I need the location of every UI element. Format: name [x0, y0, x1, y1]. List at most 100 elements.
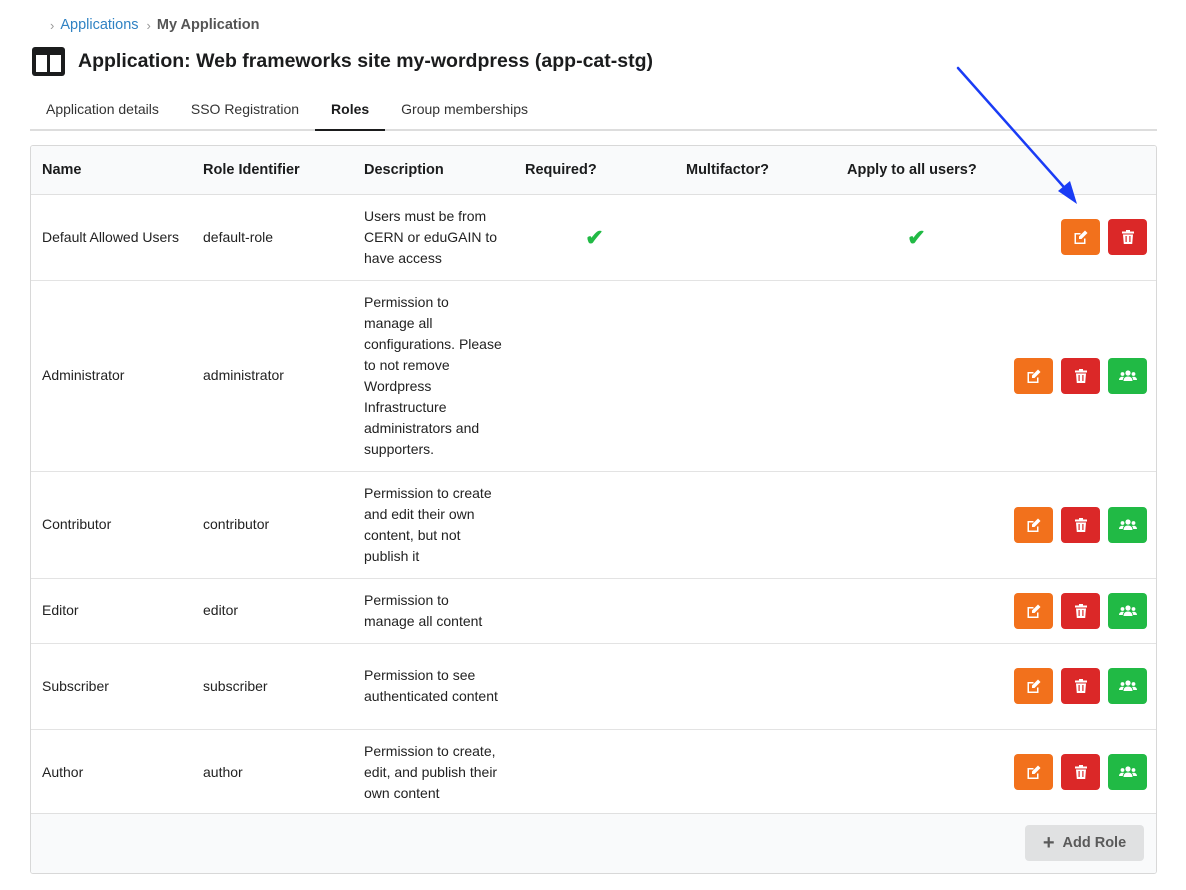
role-identifier: administrator — [192, 280, 353, 472]
users-icon — [1118, 369, 1137, 381]
table-row: Editor editor Permission to manage all c… — [31, 578, 1156, 644]
role-identifier: default-role — [192, 194, 353, 281]
role-name: Subscriber — [31, 643, 192, 730]
members-button[interactable] — [1108, 668, 1147, 704]
edit-button[interactable] — [1014, 668, 1054, 704]
edit-icon — [1027, 604, 1041, 618]
delete-button[interactable] — [1061, 357, 1101, 394]
role-name: Contributor — [31, 471, 192, 579]
role-description: Permission to create and edit their own … — [353, 471, 514, 579]
role-description: Users must be from CERN or eduGAIN to ha… — [353, 194, 514, 281]
apply-all-cell — [836, 280, 997, 472]
trash-icon — [1074, 679, 1087, 693]
role-identifier: editor — [192, 578, 353, 644]
role-identifier: author — [192, 729, 353, 816]
breadcrumb: › Applications › My Application — [50, 16, 259, 34]
annotation-arrow-icon — [956, 66, 1077, 204]
columns-icon — [32, 46, 65, 76]
users-icon — [1118, 680, 1137, 691]
edit-icon — [1027, 765, 1041, 779]
table-row: Subscriber subscriber Permission to see … — [31, 643, 1156, 730]
header-role-identifier: Role Identifier — [192, 146, 353, 195]
table-row: Administrator administrator Permission t… — [31, 280, 1156, 472]
delete-button[interactable] — [1061, 592, 1101, 629]
header-name: Name — [31, 146, 192, 195]
users-icon — [1118, 518, 1137, 530]
role-name: Administrator — [31, 280, 192, 472]
edit-button[interactable] — [1014, 754, 1054, 790]
breadcrumb-current: My Application — [156, 17, 260, 33]
apply-all-cell — [836, 471, 997, 579]
chevron-right-icon: › — [50, 17, 55, 33]
users-icon — [1118, 604, 1137, 616]
edit-icon — [1027, 518, 1041, 532]
tab-application-details[interactable]: Application details — [30, 93, 175, 129]
table-row: Contributor contributor Permission to cr… — [31, 471, 1156, 579]
edit-icon — [1027, 369, 1041, 383]
delete-button[interactable] — [1061, 506, 1101, 543]
members-button[interactable] — [1108, 506, 1147, 543]
role-identifier: contributor — [192, 471, 353, 579]
role-description: Permission to manage all configurations.… — [353, 280, 514, 472]
row-actions — [997, 280, 1156, 472]
trash-icon — [1074, 603, 1087, 618]
role-description: Permission to manage all content — [353, 578, 514, 644]
multifactor-cell — [675, 578, 836, 644]
trash-icon — [1074, 517, 1087, 532]
header-required: Required? — [514, 146, 675, 195]
breadcrumb-link-applications[interactable]: Applications — [60, 17, 138, 33]
required-cell — [514, 643, 675, 730]
role-name: Editor — [31, 578, 192, 644]
required-cell — [514, 471, 675, 579]
role-identifier: subscriber — [192, 643, 353, 730]
role-description: Permission to create, edit, and publish … — [353, 729, 514, 816]
members-button[interactable] — [1108, 357, 1147, 394]
trash-icon — [1074, 765, 1087, 779]
tab-sso-registration[interactable]: SSO Registration — [175, 93, 315, 129]
trash-icon — [1074, 368, 1087, 383]
tab-group-memberships[interactable]: Group memberships — [385, 93, 544, 129]
edit-button[interactable] — [1061, 219, 1101, 255]
add-role-label: Add Role — [1062, 835, 1127, 851]
trash-icon — [1121, 230, 1134, 244]
checkmark-icon: ✔ — [514, 194, 675, 281]
edit-icon — [1027, 679, 1041, 693]
required-cell — [514, 280, 675, 472]
role-name: Default Allowed Users — [31, 194, 192, 281]
members-button[interactable] — [1108, 592, 1147, 629]
apply-all-cell — [836, 729, 997, 816]
role-description: Permission to see authenticated content — [353, 643, 514, 730]
apply-all-cell — [836, 643, 997, 730]
users-icon — [1118, 766, 1137, 777]
row-actions — [997, 578, 1156, 644]
tab-roles[interactable]: Roles — [315, 93, 386, 131]
delete-button[interactable] — [1108, 219, 1147, 255]
header-multifactor: Multifactor? — [675, 146, 836, 195]
delete-button[interactable] — [1061, 668, 1101, 704]
row-actions — [997, 471, 1156, 579]
edit-button[interactable] — [1014, 506, 1054, 543]
row-actions — [997, 643, 1156, 730]
page-header: Application: Web frameworks site my-word… — [32, 46, 653, 76]
roles-table: Name Role Identifier Description Require… — [30, 145, 1157, 874]
multifactor-cell — [675, 729, 836, 816]
plus-icon: + — [1042, 832, 1055, 854]
add-role-button[interactable]: + Add Role — [1025, 825, 1144, 861]
required-cell — [514, 578, 675, 644]
chevron-right-icon: › — [146, 17, 151, 33]
required-cell — [514, 729, 675, 816]
header-description: Description — [353, 146, 514, 195]
page-title: Application: Web frameworks site my-word… — [78, 49, 653, 72]
apply-all-cell — [836, 578, 997, 644]
row-actions — [997, 729, 1156, 816]
table-footer: + Add Role — [31, 813, 1156, 873]
multifactor-cell — [675, 643, 836, 730]
edit-button[interactable] — [1014, 357, 1054, 394]
delete-button[interactable] — [1061, 754, 1101, 790]
table-row: Author author Permission to create, edit… — [31, 729, 1156, 816]
edit-icon — [1074, 230, 1088, 244]
multifactor-cell — [675, 280, 836, 472]
members-button[interactable] — [1108, 754, 1147, 790]
multifactor-cell — [675, 471, 836, 579]
edit-button[interactable] — [1014, 592, 1054, 629]
